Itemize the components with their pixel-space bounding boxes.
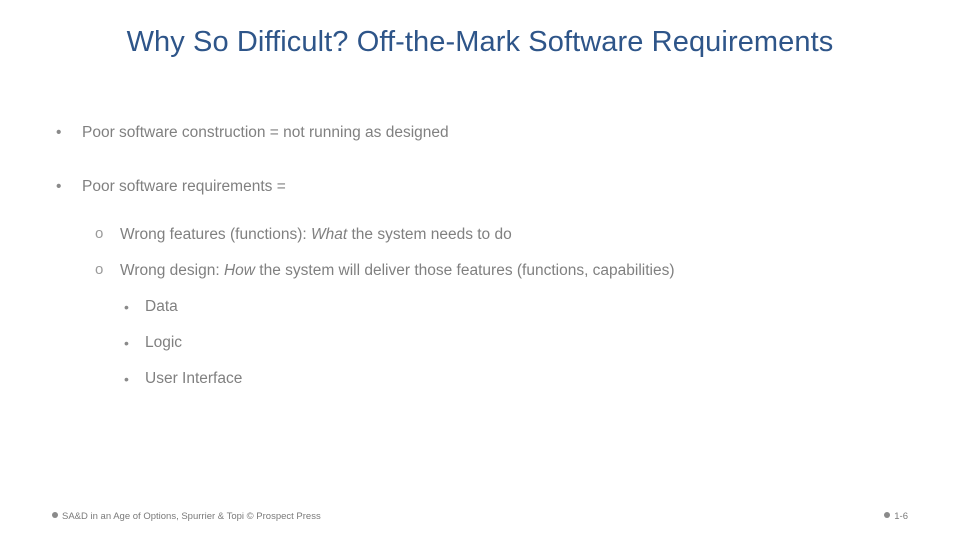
footer-dot-icon bbox=[52, 512, 58, 518]
slide-body: • Poor software construction = not runni… bbox=[0, 124, 960, 406]
bullet-level3-item: • User Interface bbox=[0, 370, 960, 406]
bullet-level3-item: • Logic bbox=[0, 334, 960, 370]
bullet-marker-circle-icon: o bbox=[95, 261, 104, 278]
bullet-level2-text-after: the system needs to do bbox=[347, 226, 512, 243]
bullet-marker-disc-icon: • bbox=[124, 335, 129, 351]
bullet-level1-text: Poor software requirements = bbox=[82, 178, 286, 195]
bullet-level2-text: Wrong design: How the system will delive… bbox=[120, 262, 675, 279]
bullet-level3-text: User Interface bbox=[145, 370, 243, 387]
bullet-marker-disc-icon: • bbox=[56, 124, 62, 141]
bullet-level1-item: • Poor software requirements = bbox=[0, 178, 960, 214]
footer-page-number: 1-6 bbox=[884, 510, 908, 524]
bullet-marker-disc-icon: • bbox=[124, 299, 129, 315]
bullet-marker-disc-icon: • bbox=[124, 371, 129, 387]
slide: Why So Difficult? Off-the-Mark Software … bbox=[0, 0, 960, 540]
footer-dot-icon bbox=[884, 512, 891, 518]
bullet-marker-disc-icon: • bbox=[56, 178, 62, 195]
bullet-level3-text: Logic bbox=[145, 334, 183, 351]
footer-page-number-text: 1-6 bbox=[894, 511, 908, 522]
bullet-level3-item: • Data bbox=[0, 298, 960, 334]
bullet-level3-text: Data bbox=[145, 298, 178, 315]
bullet-level2-text-before: Wrong design: bbox=[120, 262, 224, 279]
bullet-level1-text: Poor software construction = not running… bbox=[82, 124, 449, 141]
bullet-level2-emphasis: What bbox=[310, 226, 348, 243]
bullet-marker-circle-icon: o bbox=[95, 225, 104, 242]
bullet-level2-text: Wrong features (functions): What the sys… bbox=[120, 226, 512, 243]
bullet-level2-emphasis: How bbox=[223, 262, 255, 279]
page-title: Why So Difficult? Off-the-Mark Software … bbox=[126, 26, 834, 59]
bullet-level2-text-before: Wrong features (functions): bbox=[120, 226, 311, 243]
bullet-level1-item: • Poor software construction = not runni… bbox=[0, 124, 960, 160]
bullet-level2-item: o Wrong features (functions): What the s… bbox=[0, 225, 960, 262]
footer-attribution: SA&D in an Age of Options, Spurrier & To… bbox=[52, 510, 321, 524]
bullet-level2-item: o Wrong design: How the system will deli… bbox=[0, 261, 960, 298]
footer-attribution-text: SA&D in an Age of Options, Spurrier & To… bbox=[62, 511, 321, 522]
bullet-level2-text-after: the system will deliver those features (… bbox=[254, 262, 675, 279]
slide-footer: SA&D in an Age of Options, Spurrier & To… bbox=[0, 510, 960, 524]
